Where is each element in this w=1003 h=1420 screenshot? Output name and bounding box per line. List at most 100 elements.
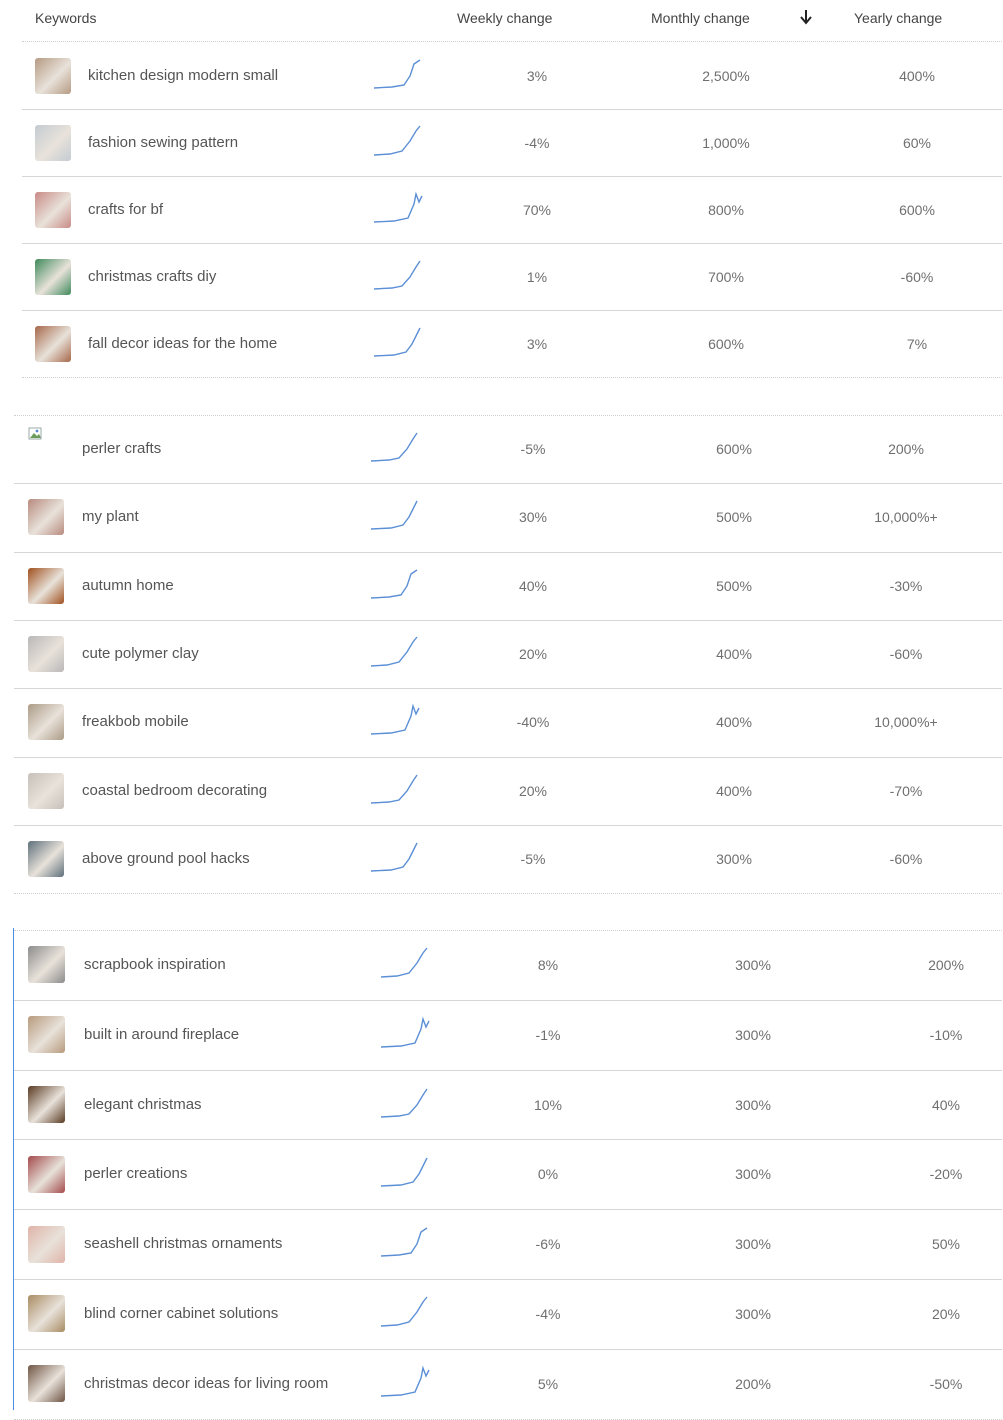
yearly-change-value: -50% (929, 1375, 963, 1392)
trend-sparkline (373, 58, 421, 89)
row-divider (14, 1279, 1002, 1280)
monthly-change-value: 300% (716, 850, 752, 867)
trend-sparkline (380, 947, 428, 978)
row-divider (14, 552, 1002, 553)
trend-sparkline (380, 1016, 430, 1048)
weekly-change-value: -4% (524, 134, 550, 151)
weekly-change-value: 70% (522, 201, 552, 218)
column-header-yearly-change[interactable]: Yearly change (854, 10, 942, 26)
yearly-change-value: -70% (889, 782, 923, 799)
column-header-weekly-change[interactable]: Weekly change (457, 10, 552, 26)
trend-sparkline (380, 1157, 428, 1187)
weekly-change-value: 30% (518, 509, 548, 526)
trend-sparkline (370, 774, 418, 804)
monthly-change-value: 600% (716, 441, 752, 458)
monthly-change-value: 400% (716, 714, 752, 731)
yearly-change-value: -60% (900, 268, 934, 285)
weekly-change-value: 20% (518, 782, 548, 799)
keyword-label[interactable]: elegant christmas (84, 1096, 202, 1113)
row-divider (22, 109, 1002, 110)
row-divider (14, 1070, 1002, 1071)
row-divider (14, 757, 1002, 758)
weekly-change-value: -5% (520, 850, 546, 867)
row-divider (14, 1000, 1002, 1001)
yearly-change-value: 10,000%+ (874, 509, 938, 526)
keyword-label[interactable]: christmas crafts diy (88, 268, 216, 285)
weekly-change-value: 0% (537, 1166, 559, 1183)
monthly-change-value: 600% (708, 335, 744, 352)
keyword-label[interactable]: fashion sewing pattern (88, 134, 238, 151)
yearly-change-value: 20% (931, 1305, 961, 1322)
monthly-change-value: 300% (735, 1026, 771, 1043)
yearly-change-value: 7% (906, 335, 928, 352)
row-divider (14, 483, 1002, 484)
trend-sparkline (370, 703, 420, 736)
weekly-change-value: -5% (520, 441, 546, 458)
keyword-thumbnail (28, 840, 64, 877)
weekly-change-value: -6% (535, 1236, 561, 1253)
row-divider (14, 620, 1002, 621)
keyword-thumbnail (28, 772, 64, 809)
monthly-change-value: 500% (716, 509, 752, 526)
keyword-label[interactable]: christmas decor ideas for living room (84, 1375, 328, 1392)
weekly-change-value: -1% (535, 1026, 561, 1043)
keyword-label[interactable]: perler creations (84, 1165, 187, 1182)
monthly-change-value: 400% (716, 782, 752, 799)
monthly-change-value: 2,500% (702, 67, 750, 84)
keyword-thumbnail (28, 704, 64, 741)
keyword-label[interactable]: seashell christmas ornaments (84, 1235, 282, 1252)
keyword-label[interactable]: built in around fireplace (84, 1026, 239, 1043)
keyword-label[interactable]: my plant (82, 508, 139, 525)
keyword-thumbnail (35, 191, 71, 228)
trend-sparkline (373, 190, 423, 223)
keyword-label[interactable]: crafts for bf (88, 201, 163, 218)
section-divider (14, 930, 1002, 931)
row-divider (14, 1209, 1002, 1210)
yearly-change-value: 200% (888, 441, 924, 458)
yearly-change-value: -20% (929, 1166, 963, 1183)
keyword-label[interactable]: autumn home (82, 577, 174, 594)
weekly-change-value: 8% (537, 956, 559, 973)
trend-sparkline (380, 1088, 428, 1118)
monthly-change-value: 300% (735, 1236, 771, 1253)
row-divider (22, 310, 1002, 311)
trend-sparkline (373, 125, 421, 156)
keyword-label[interactable]: coastal bedroom decorating (82, 782, 267, 799)
yearly-change-value: 200% (928, 956, 964, 973)
keyword-thumbnail (35, 124, 71, 161)
keyword-label[interactable]: kitchen design modern small (88, 67, 278, 84)
trend-sparkline (370, 432, 418, 462)
yearly-change-value: 50% (931, 1236, 961, 1253)
yearly-change-value: -30% (889, 577, 923, 594)
monthly-change-value: 800% (708, 201, 744, 218)
monthly-change-value: 300% (735, 1096, 771, 1113)
keyword-label[interactable]: above ground pool hacks (82, 850, 250, 867)
column-header-keywords: Keywords (35, 10, 97, 26)
yearly-change-value: -10% (929, 1026, 963, 1043)
keyword-thumbnail (28, 1365, 65, 1403)
monthly-change-value: 500% (716, 577, 752, 594)
keyword-thumbnail (28, 499, 64, 536)
keyword-label[interactable]: scrapbook inspiration (84, 956, 226, 973)
section-divider (14, 415, 1002, 416)
trend-sparkline (373, 260, 421, 290)
yearly-change-value: 600% (899, 201, 935, 218)
monthly-change-value: 300% (735, 956, 771, 973)
keyword-label[interactable]: perler crafts (82, 440, 161, 457)
keyword-label[interactable]: blind corner cabinet solutions (84, 1305, 278, 1322)
row-divider (14, 1349, 1002, 1350)
trend-sparkline (370, 569, 418, 599)
keyword-thumbnail (28, 567, 64, 604)
keyword-label[interactable]: freakbob mobile (82, 713, 189, 730)
yearly-change-value: 60% (902, 134, 932, 151)
weekly-change-value: -4% (535, 1305, 561, 1322)
keyword-thumbnail (28, 1225, 65, 1263)
weekly-change-value: 3% (526, 67, 548, 84)
keyword-thumbnail (35, 258, 71, 295)
monthly-change-value: 400% (716, 646, 752, 663)
arrow-down-icon[interactable] (799, 9, 813, 25)
keyword-label[interactable]: fall decor ideas for the home (88, 335, 277, 352)
column-header-monthly-change[interactable]: Monthly change (651, 10, 750, 26)
keyword-label[interactable]: cute polymer clay (82, 645, 199, 662)
trend-sparkline (373, 327, 421, 357)
